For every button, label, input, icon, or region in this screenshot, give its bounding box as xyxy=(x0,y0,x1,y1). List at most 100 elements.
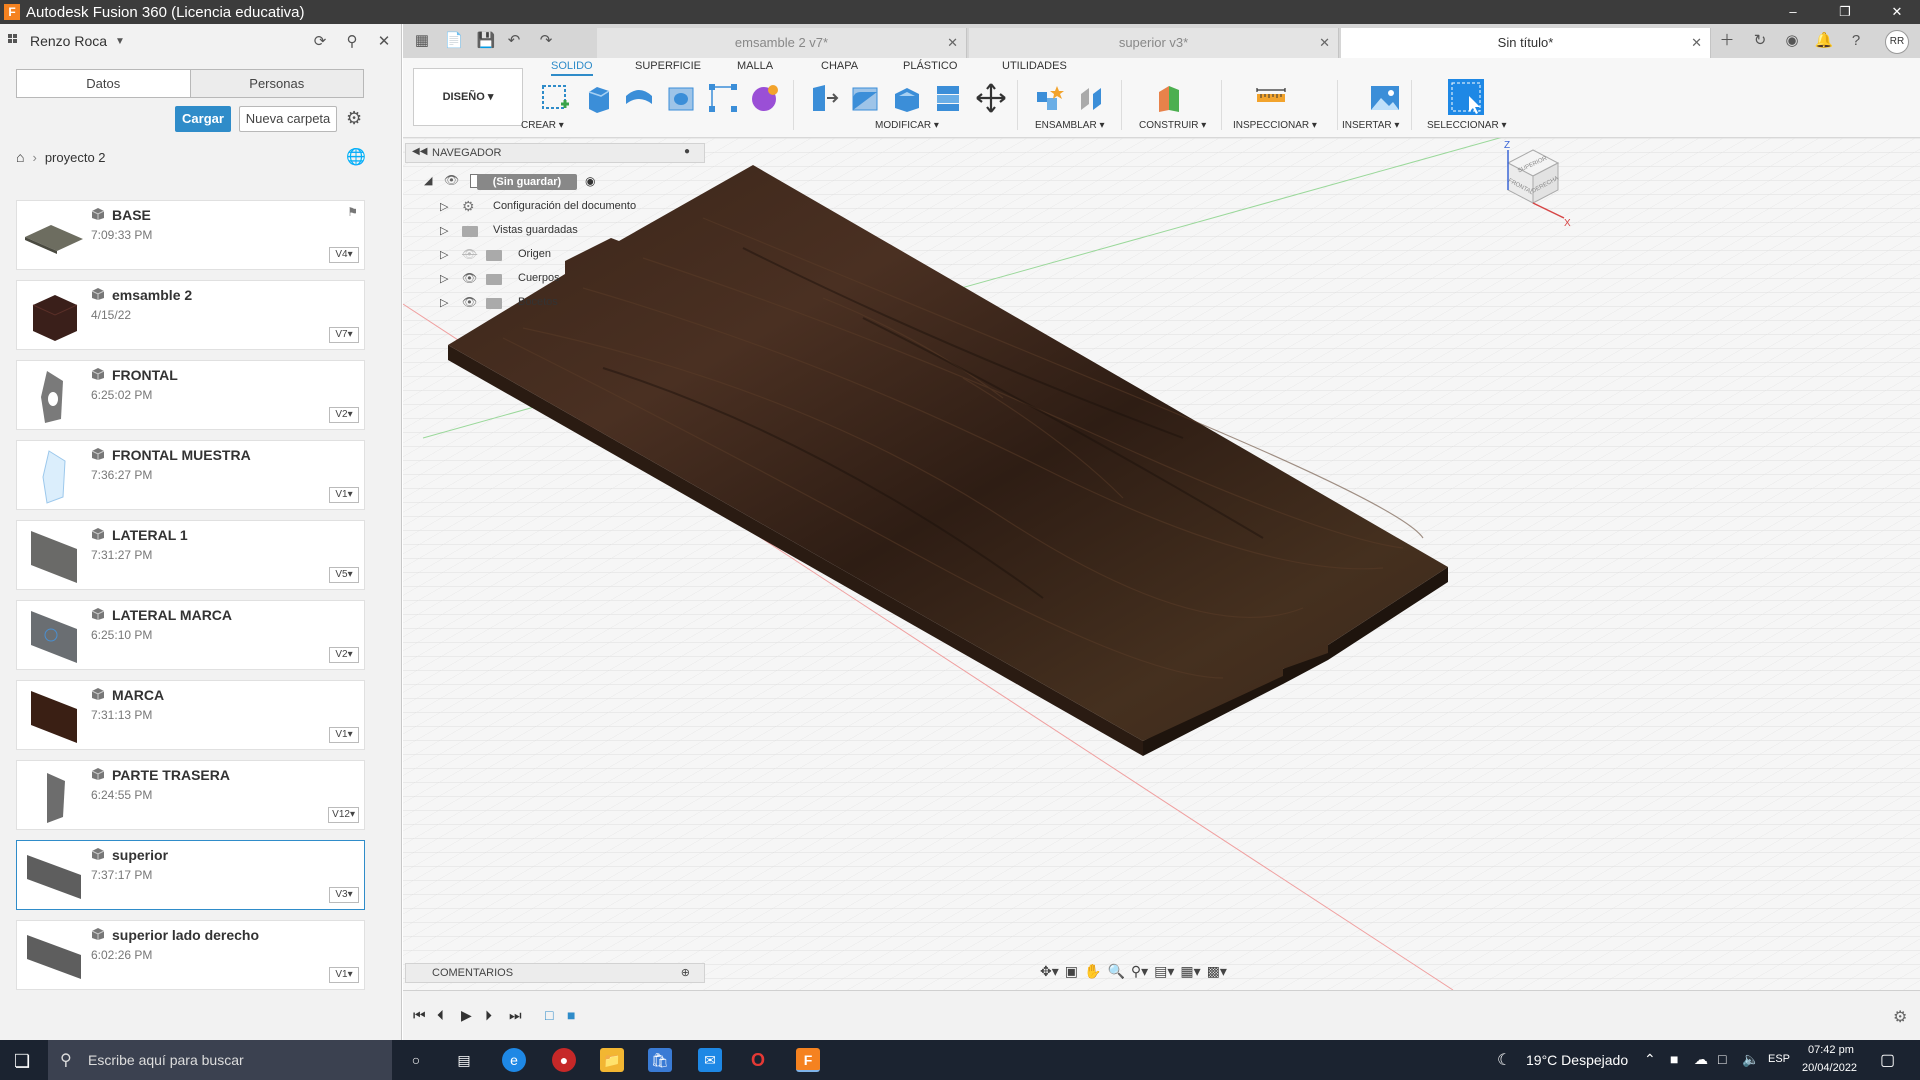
tab-malla[interactable]: MALLA xyxy=(737,60,773,72)
doc-tab-superior[interactable]: superior v3* ✕ xyxy=(969,28,1339,58)
fit-icon[interactable]: ⚲▾ xyxy=(1131,963,1148,985)
expand-arrow-icon[interactable]: ▷ xyxy=(440,296,448,309)
version-badge[interactable]: V12▾ xyxy=(328,807,359,823)
group-modificar[interactable]: MODIFICAR ▾ xyxy=(875,120,939,131)
user-name[interactable]: Renzo Roca xyxy=(30,33,107,49)
display-settings-icon[interactable]: ▤▾ xyxy=(1154,963,1174,985)
weather-text[interactable]: 19°C Despejado xyxy=(1526,1052,1628,1068)
version-badge[interactable]: V2▾ xyxy=(329,407,359,423)
grid-snaps-icon[interactable]: ▦▾ xyxy=(1180,963,1200,985)
file-card[interactable]: BASE 7:09:33 PM V4▾ ⚑ xyxy=(16,200,365,270)
job-status-icon[interactable]: ◉ xyxy=(1781,30,1803,52)
file-name[interactable]: emsamble 2 xyxy=(112,287,192,303)
mail-icon[interactable]: ✉ xyxy=(698,1048,722,1072)
file-card[interactable]: LATERAL 1 7:31:27 PM V5▾ xyxy=(16,520,365,590)
new-folder-button[interactable]: Nueva carpeta xyxy=(239,106,337,132)
file-name[interactable]: LATERAL 1 xyxy=(112,527,188,543)
file-thumbnail[interactable] xyxy=(17,681,89,751)
notifications-icon[interactable]: 🔔 xyxy=(1813,30,1835,52)
avatar[interactable]: RR xyxy=(1885,30,1909,54)
network-tray-icon[interactable]: □ xyxy=(1718,1051,1726,1067)
version-badge[interactable]: V1▾ xyxy=(329,967,359,983)
group-insertar[interactable]: INSERTAR ▾ xyxy=(1342,120,1399,131)
restore-button[interactable]: ❐ xyxy=(1822,0,1868,24)
eye-hidden-icon[interactable]: 👁 xyxy=(462,247,477,261)
version-badge[interactable]: V2▾ xyxy=(329,647,359,663)
file-card[interactable]: LATERAL MARCA 6:25:10 PM V2▾ xyxy=(16,600,365,670)
file-card[interactable]: MARCA 7:31:13 PM V1▾ xyxy=(16,680,365,750)
redo-icon[interactable]: ↷ xyxy=(535,30,557,52)
expand-arrow-icon[interactable]: ▷ xyxy=(440,272,448,285)
gear-icon[interactable]: ⚙ xyxy=(346,108,362,129)
file-thumbnail[interactable] xyxy=(17,521,89,591)
tab-chapa[interactable]: CHAPA xyxy=(821,60,858,72)
file-thumbnail[interactable] xyxy=(17,601,89,671)
expand-arrow-icon[interactable]: ▷ xyxy=(440,248,448,261)
close-tab-icon[interactable]: ✕ xyxy=(947,28,958,58)
file-thumbnail[interactable] xyxy=(17,841,89,911)
breadcrumb-project[interactable]: proyecto 2 xyxy=(45,150,106,165)
timeline-settings-icon[interactable]: ⚙ xyxy=(1893,1007,1907,1027)
tab-personas[interactable]: Personas xyxy=(189,70,363,97)
clock-time[interactable]: 07:42 pm xyxy=(1808,1044,1854,1056)
version-badge[interactable]: V7▾ xyxy=(329,327,359,343)
hole-icon[interactable] xyxy=(665,82,697,114)
apps-grid-icon[interactable] xyxy=(8,34,22,48)
file-card[interactable]: superior 7:37:17 PM V3▾ xyxy=(16,840,365,910)
close-tab-icon[interactable]: ✕ xyxy=(1319,28,1330,58)
chevron-down-icon[interactable]: ▼ xyxy=(115,36,125,47)
cortana-icon[interactable]: ○ xyxy=(404,1048,428,1072)
file-explorer-icon[interactable]: 📁 xyxy=(600,1048,624,1072)
refresh-icon[interactable]: ⟳ xyxy=(310,32,330,52)
file-name[interactable]: PARTE TRASERA xyxy=(112,767,230,783)
input-language[interactable]: ESP xyxy=(1768,1053,1790,1065)
file-card[interactable]: FRONTAL 6:25:02 PM V2▾ xyxy=(16,360,365,430)
pattern-icon[interactable] xyxy=(707,82,739,114)
tab-superficie[interactable]: SUPERFICIE xyxy=(635,60,701,72)
offset-plane-icon[interactable] xyxy=(1155,82,1187,114)
orbit-constrained-icon[interactable]: ✥▾ xyxy=(1040,963,1059,985)
extrude-icon[interactable] xyxy=(581,82,613,114)
panel-options-icon[interactable]: ● xyxy=(684,146,690,157)
save-icon[interactable]: 💾 xyxy=(475,30,497,52)
collapse-panel-icon[interactable]: ◀◀ xyxy=(412,146,427,157)
viewcube[interactable]: SUPERIOR FRONTAL DERECHA Z X xyxy=(1478,138,1578,228)
create-sketch-icon[interactable] xyxy=(539,82,571,114)
doc-tab-sin-titulo[interactable]: Sin título* ✕ xyxy=(1341,28,1711,58)
browser-panel-header[interactable]: ◀◀ NAVEGADOR ● xyxy=(405,143,705,163)
store-icon[interactable]: 🛍 xyxy=(648,1048,672,1072)
discord-tray-icon[interactable]: ■ xyxy=(1670,1051,1678,1067)
activate-radio-icon[interactable]: ◉ xyxy=(585,174,595,188)
file-card[interactable]: emsamble 2 4/15/22 V7▾ xyxy=(16,280,365,350)
undo-icon[interactable]: ↶ xyxy=(503,30,525,52)
file-name[interactable]: FRONTAL MUESTRA xyxy=(112,447,251,463)
new-component-icon[interactable] xyxy=(1033,82,1065,114)
edge-icon[interactable]: e xyxy=(502,1048,526,1072)
collapse-arrow-icon[interactable]: ◢ xyxy=(424,174,432,187)
new-tab-icon[interactable]: ＋ xyxy=(1716,30,1738,52)
form-icon[interactable] xyxy=(749,82,781,114)
play-icon[interactable]: ▶ xyxy=(461,1007,472,1024)
zoom-icon[interactable]: 🔍 xyxy=(1107,963,1124,985)
tab-utilidades[interactable]: UTILIDADES xyxy=(1002,60,1067,72)
close-window-button[interactable]: ✕ xyxy=(1874,0,1920,24)
version-badge[interactable]: V1▾ xyxy=(329,487,359,503)
file-name[interactable]: superior xyxy=(112,847,168,863)
eye-icon[interactable]: 👁 xyxy=(462,295,477,309)
file-thumbnail[interactable] xyxy=(17,361,89,431)
measure-icon[interactable] xyxy=(1255,82,1287,114)
tree-item-sketches[interactable]: ▷ 👁 Bocetos xyxy=(440,294,680,314)
look-at-icon[interactable]: ▣ xyxy=(1065,963,1078,985)
file-thumbnail[interactable] xyxy=(17,201,89,271)
tab-plastico[interactable]: PLÁSTICO xyxy=(903,60,957,72)
flag-icon[interactable]: ⚑ xyxy=(347,205,358,219)
notification-center-icon[interactable]: ▢ xyxy=(1880,1050,1895,1070)
opera-icon[interactable]: O xyxy=(746,1048,770,1072)
apps-grid-icon[interactable]: ▦ xyxy=(411,30,433,52)
group-ensamblar[interactable]: ENSAMBLAR ▾ xyxy=(1035,120,1105,131)
tree-item-saved-views[interactable]: ▷ Vistas guardadas xyxy=(440,222,680,242)
file-name[interactable]: superior lado derecho xyxy=(112,927,259,943)
upload-button[interactable]: Cargar xyxy=(175,106,231,132)
file-name[interactable]: MARCA xyxy=(112,687,164,703)
group-seleccionar[interactable]: SELECCIONAR ▾ xyxy=(1427,120,1507,131)
